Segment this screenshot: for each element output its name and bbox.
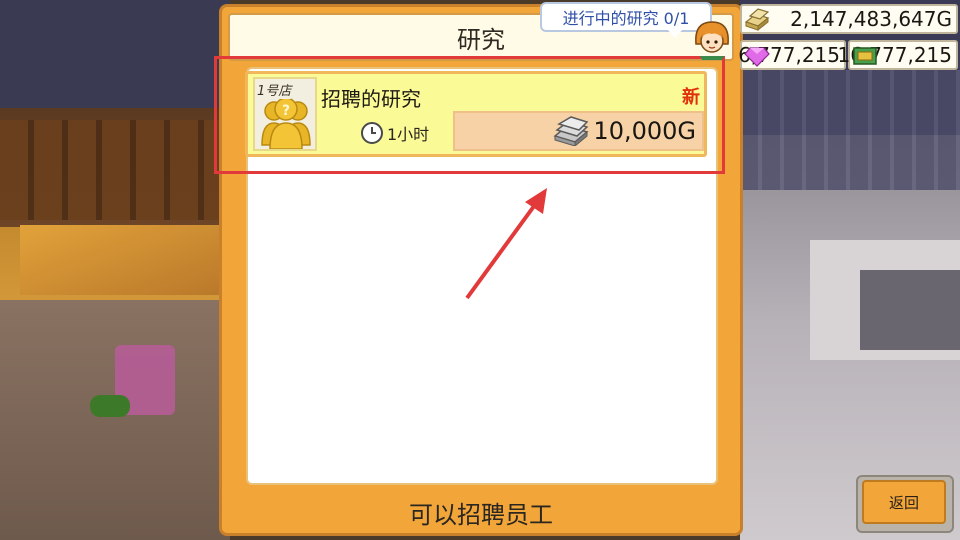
back-button[interactable]: 返回: [862, 480, 946, 524]
panel-footer-text: 可以招聘员工: [409, 501, 553, 529]
gold-bar-icon: [744, 8, 770, 32]
gem-icon: [744, 47, 770, 67]
research-status-bubble: 进行中的研究 0/1: [540, 2, 712, 38]
background-awning: [20, 225, 230, 295]
pointer-arrow-icon: [465, 188, 547, 300]
background-shelves: [740, 70, 960, 190]
points-counter: 16,777,215: [837, 40, 958, 70]
gold-counter: 2,147,483,647G: [740, 4, 958, 34]
background-shop-right: [740, 0, 960, 540]
background-wall: [0, 120, 230, 220]
research-points-icon: [853, 47, 877, 65]
assistant-avatar-icon: [695, 21, 729, 60]
gold-amount: 2,147,483,647G: [790, 7, 952, 31]
background-floor: [0, 300, 230, 540]
background-machine: [860, 270, 960, 350]
gem-counter: 6,777,215: [738, 40, 846, 70]
highlight-box: [214, 56, 725, 174]
background-shop-left: [0, 0, 230, 540]
background-plant: [90, 395, 130, 417]
